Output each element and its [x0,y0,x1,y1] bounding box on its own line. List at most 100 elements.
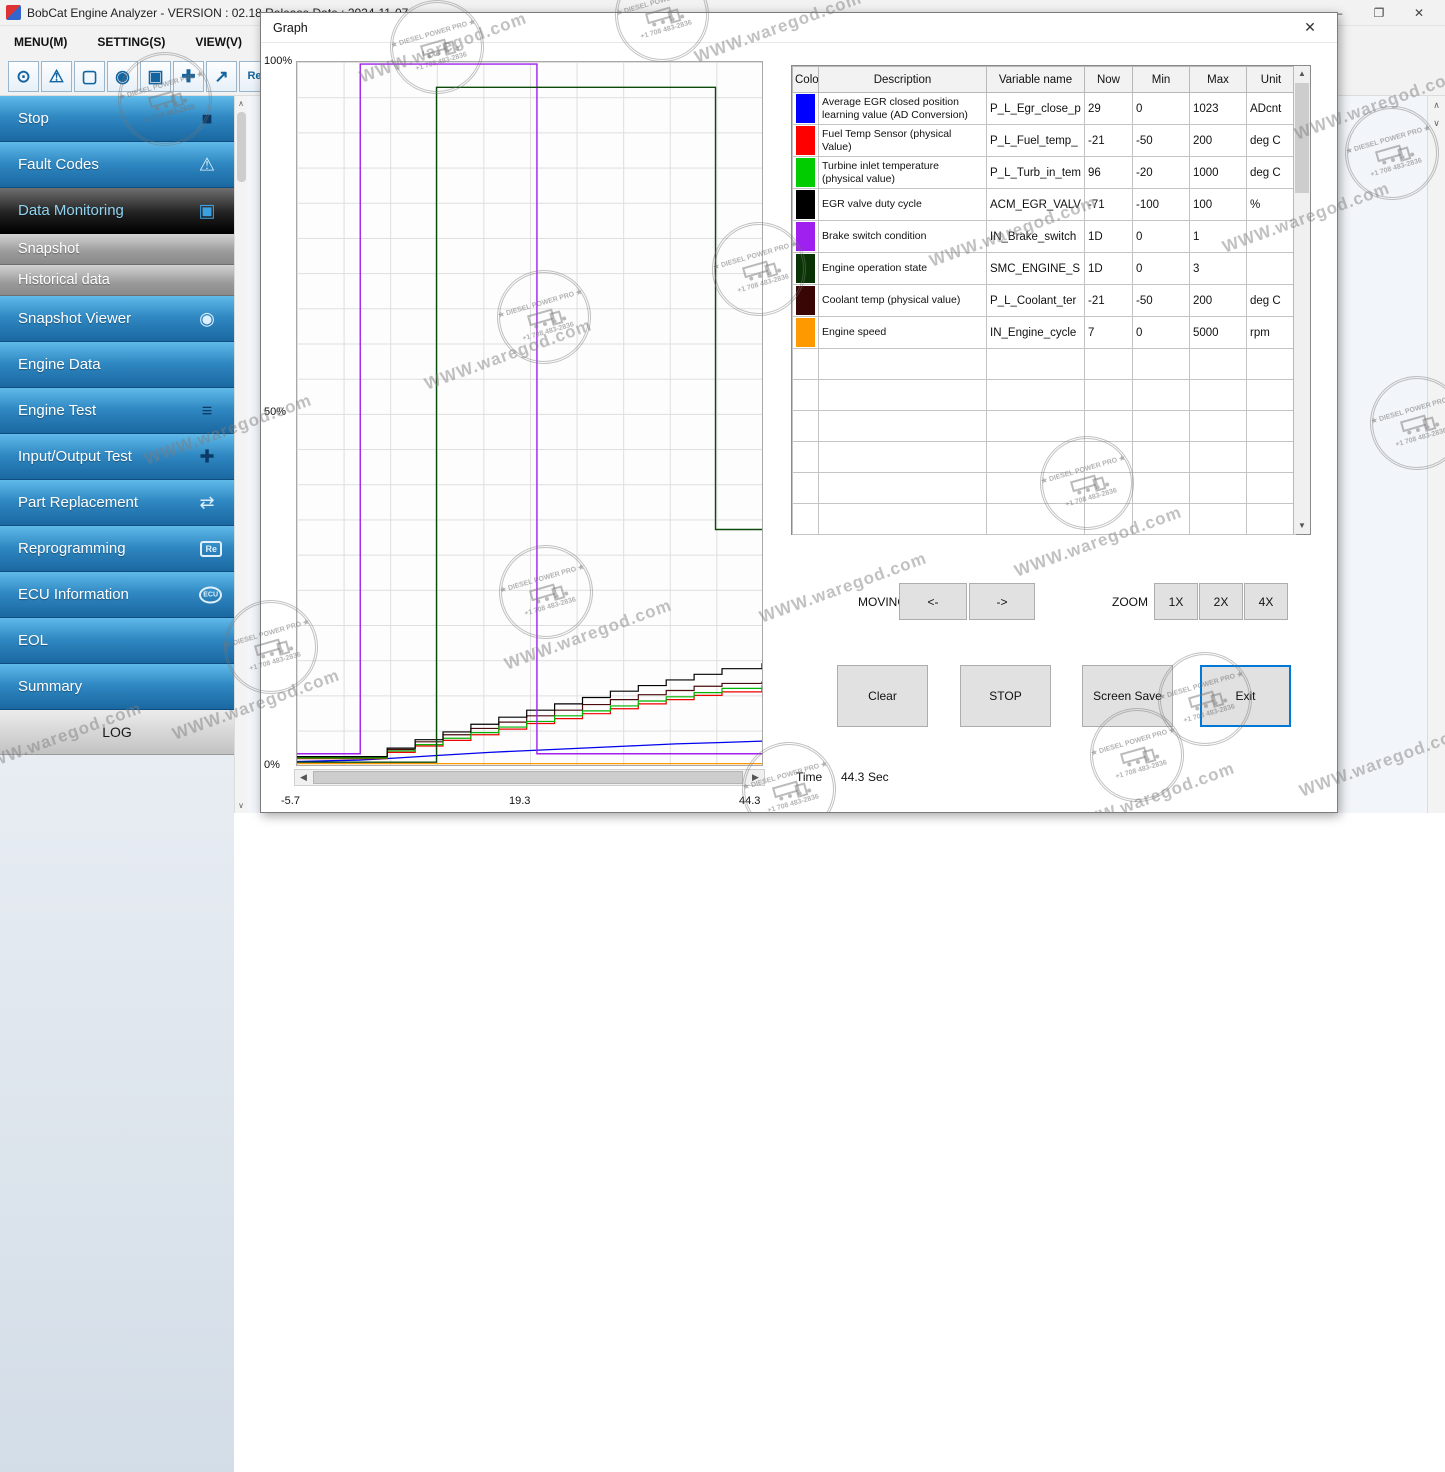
scroll-up-icon[interactable]: ▲ [1294,66,1310,82]
sidebar-item-engine-data[interactable]: Engine Data [0,342,234,388]
zoom-1x-button[interactable]: 1X [1154,583,1198,620]
toolbar-button-chart[interactable]: ↗ [206,61,237,92]
power-icon: ⊙ [16,68,30,85]
col-header-description: Description [819,67,987,93]
scrollbar-thumb[interactable] [313,771,743,784]
chart-series-line [297,64,762,754]
sidebar-item-label: ECU Information [18,586,129,603]
series-now: 1D [1085,221,1133,253]
table-row-empty [793,380,1296,411]
stop-button[interactable]: STOP [960,665,1051,727]
table-scrollbar[interactable]: ▲ ▼ [1293,66,1310,534]
toolbar-button-io[interactable]: ✚ [173,61,204,92]
scroll-down-icon[interactable]: ∨ [1428,114,1445,132]
scroll-up-icon[interactable]: ∧ [235,96,247,111]
series-now: -21 [1085,125,1133,157]
sidebar-item-summary[interactable]: Summary [0,664,234,710]
sidebar-item-reprogramming[interactable]: Reprogramming Re [0,526,234,572]
sidebar-item-input-output-test[interactable]: Input/Output Test ✚ [0,434,234,480]
series-variable: ACM_EGR_VALV [987,189,1085,221]
table-row[interactable]: Engine speed IN_Engine_cycle 7 0 5000 rp… [793,317,1296,349]
chart-series-line [297,87,762,762]
dialog-titlebar[interactable]: Graph ✕ [261,13,1337,43]
series-color-swatch [796,318,815,347]
zoom-2x-button[interactable]: 2X [1199,583,1243,620]
col-header-now: Now [1085,67,1133,93]
series-variable: P_L_Coolant_ter [987,285,1085,317]
move-arrows-icon: ✚ [181,68,195,85]
series-variable: P_L_Turb_in_tem [987,157,1085,189]
sidebar-item-log[interactable]: LOG [0,710,234,755]
time-unit: Sec [868,770,889,784]
series-color-swatch [796,190,815,219]
chart-series-line [297,681,762,757]
sidebar-item-snapshot-viewer[interactable]: Snapshot Viewer ◉ [0,296,234,342]
table-row[interactable]: Coolant temp (physical value) P_L_Coolan… [793,285,1296,317]
chart-series-line [297,688,762,759]
dialog-close-icon[interactable]: ✕ [1295,19,1325,36]
series-variable: P_L_Fuel_temp_ [987,125,1085,157]
scroll-down-icon[interactable]: ▼ [1294,518,1310,534]
sidebar-item-label: Data Monitoring [18,202,124,219]
sidebar-item-historical-data[interactable]: Historical data [0,265,234,296]
move-right-button[interactable]: -> [969,583,1035,620]
series-description: Engine speed [819,317,987,349]
series-max: 1000 [1190,157,1247,189]
menu-item-menu[interactable]: MENU(M) [10,31,79,53]
scroll-down-icon[interactable]: ∨ [235,798,247,813]
series-unit: deg C [1247,157,1296,189]
sidebar-scrollbar[interactable]: ∧ ∨ [234,96,247,813]
sidebar-item-stop[interactable]: Stop ■ [0,96,234,142]
toolbar-button-camera[interactable]: ◉ [107,61,138,92]
sidebar-item-ecu-information[interactable]: ECU Information ECU [0,572,234,618]
menu-item-settings[interactable]: SETTING(S) [93,31,177,53]
table-header-row: Color Description Variable name Now Min … [793,67,1296,93]
graph-dialog: Graph ✕ 100% 50% 0% ◀ ▶ -5.7 19.3 44.3 C… [260,12,1338,813]
col-header-max: Max [1190,67,1247,93]
table-row[interactable]: Fuel Temp Sensor (physical Value) P_L_Fu… [793,125,1296,157]
sidebar-item-fault-codes[interactable]: Fault Codes ⚠ [0,142,234,188]
series-max: 1023 [1190,93,1247,125]
table-row[interactable]: EGR valve duty cycle ACM_EGR_VALV -71 -1… [793,189,1296,221]
menu-item-view[interactable]: VIEW(V) [191,31,254,53]
x-axis-tick-mid: 19.3 [509,795,530,807]
sidebar-item-snapshot[interactable]: Snapshot [0,234,234,265]
scrollbar-thumb[interactable] [237,112,246,182]
time-label: Time [796,770,822,784]
content-scrollbar[interactable]: ∧ ∨ [1427,96,1445,813]
close-button[interactable]: ✕ [1399,1,1439,25]
zoom-4x-button[interactable]: 4X [1244,583,1288,620]
table-row[interactable]: Turbine inlet temperature (physical valu… [793,157,1296,189]
sidebar: Stop ■ Fault Codes ⚠ Data Monitoring ▣ S… [0,96,234,813]
fault-warning-icon: ⚠ [192,154,222,175]
scroll-right-icon[interactable]: ▶ [747,770,764,785]
toolbar-button-power[interactable]: ⊙ [8,61,39,92]
toolbar-button-fault[interactable]: ⚠ [41,61,72,92]
table-row[interactable]: Average EGR closed position learning val… [793,93,1296,125]
sidebar-item-engine-test[interactable]: Engine Test ≡ [0,388,234,434]
series-max: 1 [1190,221,1247,253]
series-unit: deg C [1247,125,1296,157]
screen-save-button[interactable]: Screen Save [1082,665,1173,727]
scroll-left-icon[interactable]: ◀ [295,770,312,785]
sidebar-item-label: Part Replacement [18,494,138,511]
series-color-swatch [796,94,815,123]
table-row[interactable]: Brake switch condition IN_Brake_switch 1… [793,221,1296,253]
sidebar-item-part-replacement[interactable]: Part Replacement ⇄ [0,480,234,526]
toolbar-button-monitor[interactable]: ▢ [74,61,105,92]
move-left-button[interactable]: <- [899,583,967,620]
series-description: Coolant temp (physical value) [819,285,987,317]
table-row[interactable]: Engine operation state SMC_ENGINE_S 1D 0… [793,253,1296,285]
maximize-button[interactable]: ❐ [1359,1,1399,25]
sidebar-item-eol[interactable]: EOL [0,618,234,664]
io-arrows-icon: ✚ [192,446,222,467]
toolbar-button-snapshot[interactable]: ▣ [140,61,171,92]
chart-h-scrollbar[interactable]: ◀ ▶ [294,769,765,786]
exit-button[interactable]: Exit [1200,665,1291,727]
series-now: 7 [1085,317,1133,349]
scrollbar-thumb[interactable] [1295,83,1309,193]
sidebar-item-data-monitoring[interactable]: Data Monitoring ▣ [0,188,234,234]
scroll-up-icon[interactable]: ∧ [1428,96,1445,114]
warning-icon: ⚠ [49,68,64,85]
clear-button[interactable]: Clear [837,665,928,727]
